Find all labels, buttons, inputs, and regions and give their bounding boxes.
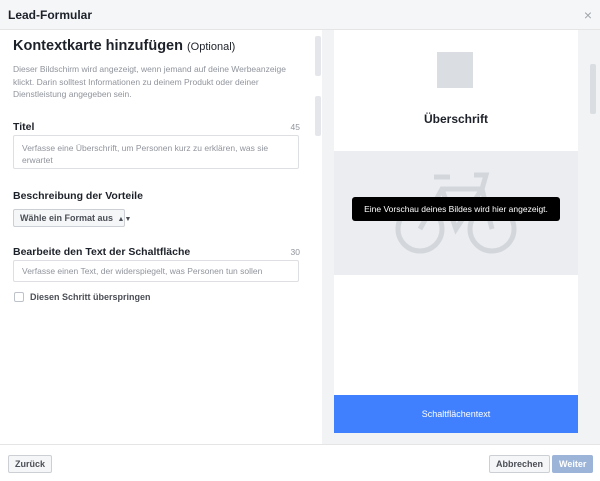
- preview-scrollbar[interactable]: [590, 64, 596, 114]
- logo-placeholder: [437, 52, 473, 88]
- dialog-footer: Zurück Abbrechen Weiter: [0, 444, 600, 481]
- select-caret-icon: ▲▼: [117, 216, 132, 223]
- skip-step-checkbox[interactable]: [14, 292, 24, 302]
- section-description: Dieser Bildschirm wird angezeigt, wenn j…: [13, 64, 286, 99]
- format-select[interactable]: Wähle ein Format aus ▲▼: [13, 209, 131, 227]
- benefits-label: Beschreibung der Vorteile: [13, 190, 143, 202]
- image-preview-tooltip: Eine Vorschau deines Bildes wird hier an…: [352, 197, 560, 221]
- preview-card: Überschrift Eine Vorschau deines Bildes …: [334, 30, 578, 433]
- form-scrollbar-lower[interactable]: [315, 96, 321, 136]
- dialog-titlebar: Lead-Formular ×: [0, 0, 600, 30]
- preview-cta-button[interactable]: Schaltflächentext: [334, 395, 578, 433]
- section-heading-text: Kontextkarte hinzufügen: [13, 38, 183, 54]
- close-icon[interactable]: ×: [584, 8, 592, 22]
- dialog-title: Lead-Formular: [8, 8, 93, 22]
- section-heading: Kontextkarte hinzufügen (Optional): [13, 38, 235, 54]
- cancel-button[interactable]: Abbrechen: [489, 455, 551, 473]
- form-panel: Kontextkarte hinzufügen (Optional) Diese…: [0, 30, 322, 444]
- preview-heading: Überschrift: [423, 112, 488, 126]
- next-button[interactable]: Weiter: [552, 455, 594, 473]
- button-text-label: Bearbeite den Text der Schaltfläche: [13, 246, 191, 258]
- skip-step-row[interactable]: Diesen Schritt überspringen: [14, 291, 151, 303]
- title-char-count: 45: [290, 122, 300, 132]
- title-label: Titel: [13, 121, 35, 133]
- button-text-input[interactable]: Verfasse einen Text, der widerspiegelt, …: [13, 260, 299, 282]
- form-scrollbar[interactable]: [315, 36, 321, 76]
- back-button[interactable]: Zurück: [8, 455, 53, 473]
- dialog-body: Kontextkarte hinzufügen (Optional) Diese…: [0, 30, 600, 444]
- image-placeholder: Eine Vorschau deines Bildes wird hier an…: [334, 151, 578, 275]
- preview-panel: Überschrift Eine Vorschau deines Bildes …: [322, 30, 600, 444]
- button-text-char-count: 30: [290, 247, 300, 257]
- format-select-value: Wähle ein Format aus: [20, 213, 114, 223]
- skip-step-label: Diesen Schritt überspringen: [30, 292, 151, 302]
- optional-label: (Optional): [187, 41, 236, 53]
- title-input[interactable]: Verfasse eine Überschrift, um Personen k…: [13, 135, 299, 169]
